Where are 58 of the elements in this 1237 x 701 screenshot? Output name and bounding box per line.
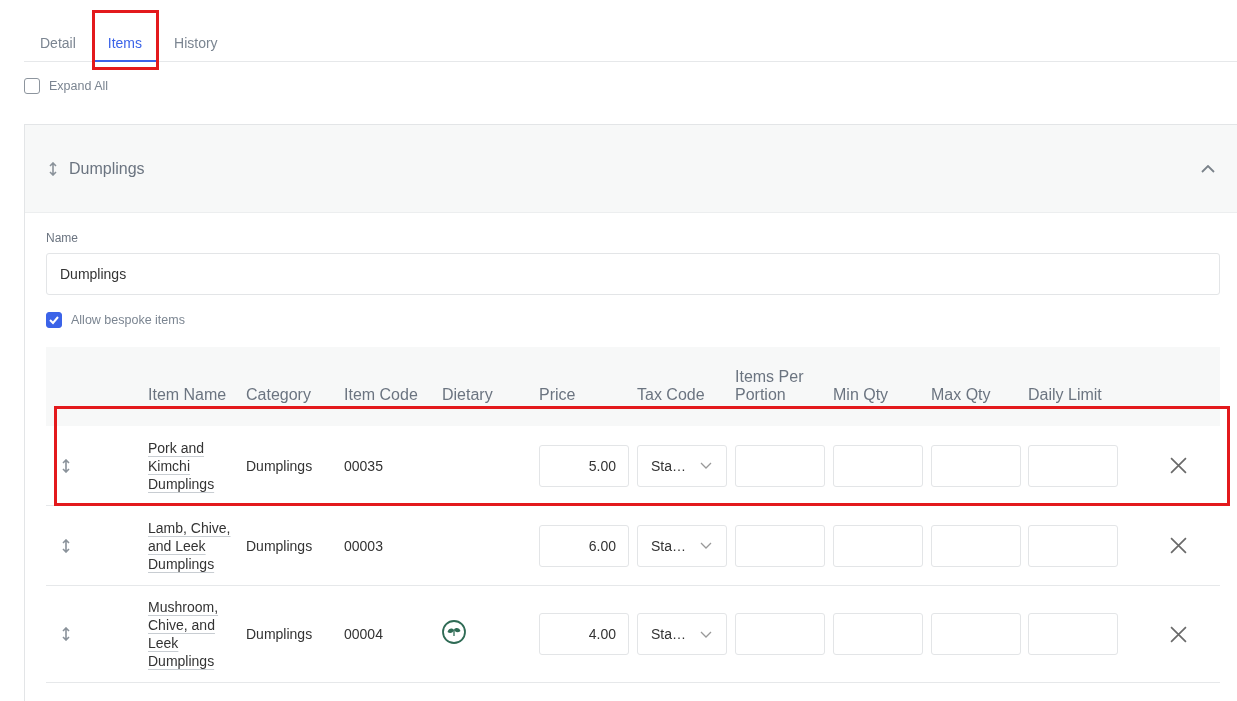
- drag-handle-icon[interactable]: [62, 627, 70, 641]
- column-header: Daily Limit: [1028, 386, 1103, 404]
- checkbox[interactable]: [24, 78, 40, 94]
- drag-handle-icon[interactable]: [62, 458, 70, 473]
- daily-limit-field[interactable]: [1028, 524, 1118, 567]
- tax-code-dropdown[interactable]: Sta…: [637, 444, 727, 487]
- tab[interactable]: Items: [93, 22, 157, 62]
- column-header: Price: [539, 386, 577, 404]
- field-label: Name: [46, 231, 79, 245]
- column-header: Max Qty: [931, 386, 992, 404]
- max-qty-field[interactable]: [931, 444, 1021, 487]
- tax-code-dropdown[interactable]: Sta…: [637, 524, 727, 567]
- caret-icon: [700, 462, 712, 469]
- column-header: Item Code: [344, 386, 419, 404]
- max-qty-field[interactable]: [931, 524, 1021, 567]
- table-cell-text: 00003: [344, 537, 384, 554]
- tab[interactable]: Detail: [26, 22, 90, 62]
- checkbox[interactable]: [46, 312, 62, 328]
- price-field[interactable]: 5.00: [539, 444, 629, 487]
- column-header: Items Per Portion: [735, 368, 805, 404]
- close-icon[interactable]: [1170, 457, 1187, 474]
- close-icon[interactable]: [1170, 625, 1187, 643]
- items-per-portion-field[interactable]: [735, 524, 825, 567]
- table-cell-text: Dumplings: [246, 537, 314, 554]
- table-cell-text: Dumplings: [246, 626, 314, 642]
- checkbox-label: Expand All: [49, 79, 109, 93]
- section-title: Dumplings: [69, 159, 146, 178]
- column-header: Category: [246, 386, 312, 404]
- min-qty-field[interactable]: [833, 444, 923, 487]
- min-qty-field[interactable]: [833, 613, 923, 655]
- caret-icon: [700, 542, 712, 549]
- item-name-link[interactable]: Lamb, Chive, and Leek Dumplings: [148, 518, 234, 573]
- tax-code-dropdown[interactable]: Sta…: [637, 613, 727, 655]
- column-header: Dietary: [442, 386, 494, 404]
- drag-handle-icon[interactable]: [62, 538, 70, 553]
- caret-icon: [700, 630, 712, 638]
- daily-limit-field[interactable]: [1028, 613, 1118, 655]
- column-header: Tax Code: [637, 386, 706, 404]
- name-field[interactable]: Dumplings: [46, 253, 1220, 295]
- item-name-link[interactable]: Mushroom, Chive, and Leek Dumplings: [148, 598, 234, 670]
- price-field[interactable]: 6.00: [539, 524, 629, 567]
- daily-limit-field[interactable]: [1028, 444, 1118, 487]
- table-cell-text: 00035: [344, 457, 384, 474]
- drag-handle-icon[interactable]: [49, 161, 57, 176]
- close-icon[interactable]: [1170, 537, 1187, 554]
- table-cell-text: Dumplings: [246, 457, 314, 474]
- column-header: Item Name: [148, 386, 228, 404]
- item-name-link[interactable]: Pork and Kimchi Dumplings: [148, 438, 234, 493]
- column-header: Min Qty: [833, 386, 890, 404]
- items-per-portion-field[interactable]: [735, 613, 825, 655]
- checkbox-label: Allow bespoke items: [71, 313, 185, 327]
- tab[interactable]: History: [160, 22, 232, 62]
- table-cell-text: 00004: [344, 626, 384, 642]
- min-qty-field[interactable]: [833, 524, 923, 567]
- price-field[interactable]: 4.00: [539, 613, 629, 655]
- items-per-portion-field[interactable]: [735, 444, 825, 487]
- max-qty-field[interactable]: [931, 613, 1021, 655]
- chevron-icon[interactable]: [1201, 164, 1215, 173]
